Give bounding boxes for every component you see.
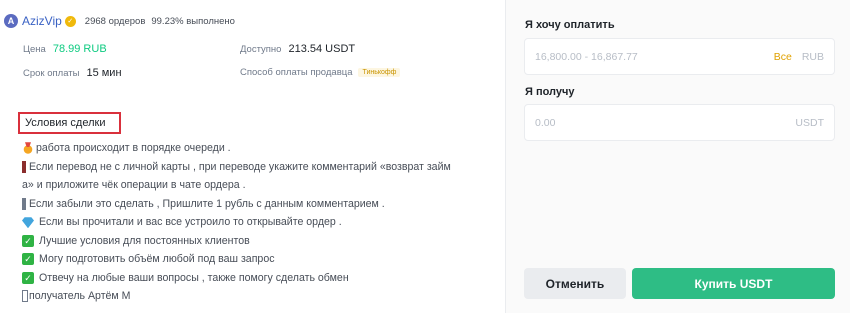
seller-name-link[interactable]: AzizVip [22, 14, 62, 28]
term-line: а» и приложите чёк операции в чате ордер… [22, 176, 492, 195]
payment-term-label: Срок оплаты [23, 67, 80, 79]
cancel-button[interactable]: Отменить [524, 268, 626, 299]
receive-amount-field[interactable]: 0.00 USDT [524, 104, 835, 141]
pay-label: Я хочу оплатить [525, 19, 615, 31]
price-label: Цена [23, 43, 46, 55]
all-amount-button[interactable]: Все [774, 51, 792, 63]
terms-list: работа происходит в порядке очереди . Ес… [22, 139, 492, 306]
term-line: работа происходит в порядке очереди . [22, 139, 492, 158]
available-label: Доступно [240, 43, 282, 55]
avatar: A [4, 14, 18, 28]
trade-form-panel: Я хочу оплатить 16,800.00 - 16,867.77 Вс… [505, 0, 850, 313]
seller-orders-count: 2968 ордеров [84, 15, 146, 27]
term-text: а» и приложите чёк операции в чате ордер… [22, 179, 246, 191]
term-text: Если вы прочитали и вас все устроило то … [39, 216, 342, 228]
medal-icon [22, 142, 34, 155]
term-line: получатель Артём М [22, 287, 492, 306]
term-text: Лучшие условия для постоянных клиентов [39, 234, 250, 247]
exclamation-icon [22, 197, 26, 210]
term-line: ✓ Лучшие условия для постоянных клиентов [22, 232, 492, 251]
receive-label: Я получу [525, 86, 575, 98]
payment-method-label: Способ оплаты продавца [240, 67, 353, 78]
term-text: работа происходит в порядке очереди . [36, 142, 231, 154]
pay-currency: RUB [801, 50, 824, 63]
diamond-icon [22, 217, 34, 229]
term-text: Если забыли это сделать , Пришлите 1 руб… [29, 197, 385, 210]
payment-method-row: Способ оплаты продавца Тинькофф [240, 67, 401, 78]
term-line: ✓ Отвечу на любые ваши вопросы , также п… [22, 269, 492, 288]
pay-amount-field[interactable]: 16,800.00 - 16,867.77 Все RUB [524, 38, 835, 75]
term-text: получатель Артём М [29, 290, 131, 302]
available-row: Доступно 213.54 USDT [240, 43, 355, 55]
receive-amount-input[interactable]: 0.00 [535, 117, 795, 129]
price-value: 78.99 RUB [52, 43, 107, 55]
terms-title: Условия сделки [18, 112, 121, 134]
pay-amount-input[interactable]: 16,800.00 - 16,867.77 [535, 51, 774, 63]
term-text: Могу подготовить объём любой под ваш зап… [39, 253, 275, 265]
available-value: 213.54 USDT [288, 43, 356, 55]
verified-badge-icon: ✓ [64, 15, 76, 27]
price-row: Цена 78.99 RUB [23, 43, 107, 55]
term-text: Отвечу на любые ваши вопросы , также пом… [39, 271, 349, 284]
term-line: ✓ Могу подготовить объём любой под ваш з… [22, 250, 492, 269]
seller-header: A AzizVip ✓ 2968 ордеров 99.23% выполнен… [4, 13, 235, 29]
term-line: Если перевод не с личной карты , при пер… [22, 158, 492, 177]
term-line: Если вы прочитали и вас все устроило то … [22, 213, 492, 232]
seller-completion-rate: 99.23% выполнено [151, 15, 235, 27]
buy-usdt-button[interactable]: Купить USDT [632, 268, 835, 299]
red-bar-icon [22, 160, 26, 173]
payment-method-badge: Тинькофф [358, 68, 401, 77]
missing-glyph-icon [22, 290, 28, 303]
term-line: Если забыли это сделать , Пришлите 1 руб… [22, 195, 492, 214]
payment-term-row: Срок оплаты 15 мин [23, 67, 122, 79]
order-details-panel: A AzizVip ✓ 2968 ордеров 99.23% выполнен… [0, 0, 505, 313]
term-text: Если перевод не с личной карты , при пер… [29, 160, 451, 173]
receive-currency: USDT [795, 116, 824, 129]
check-icon: ✓ [22, 253, 34, 266]
check-icon: ✓ [22, 271, 34, 284]
payment-term-value: 15 мин [86, 67, 122, 79]
check-icon: ✓ [22, 234, 34, 247]
